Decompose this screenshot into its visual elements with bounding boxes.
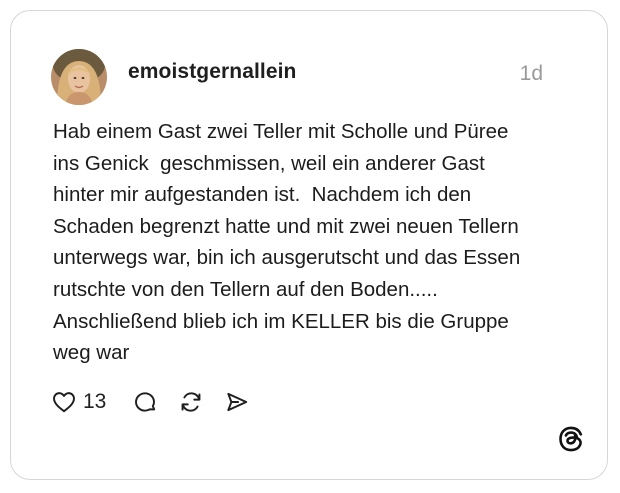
post-text-line: Schaden begrenzt hatte und mit zwei neue… <box>53 214 519 238</box>
post-timestamp: 1d <box>519 62 543 85</box>
post-text-line: Hab einem Gast zwei Teller mit Scholle u… <box>53 120 509 143</box>
repost-button[interactable] <box>178 389 204 415</box>
post-text-line: ins Genick geschmissen, weil ein anderer… <box>53 151 485 175</box>
heart-icon <box>53 392 75 413</box>
post-text-line: weg war <box>53 341 130 365</box>
avatar[interactable] <box>51 49 107 105</box>
like-button[interactable]: 13 <box>51 389 106 415</box>
post-text-line: unterwegs war, bin ich ausgerutscht und … <box>53 246 521 270</box>
avatar-image <box>51 49 107 105</box>
repost-icon <box>181 392 201 412</box>
username[interactable]: emoistgernallein <box>128 60 296 84</box>
post-text: Hab einem Gast zwei Teller mit Scholle u… <box>53 116 598 369</box>
post-text-line: Anschließend blieb ich im KELLER bis die… <box>53 309 509 333</box>
post-card: emoistgernallein 1d Hab einem Gast zwei … <box>10 10 608 480</box>
share-button[interactable] <box>224 389 250 415</box>
post-text-line: rutschte von den Tellern auf den Boden..… <box>53 277 438 301</box>
threads-logo-icon <box>559 426 583 452</box>
like-count: 13 <box>83 390 107 413</box>
action-bar: 13 <box>51 386 250 418</box>
post-text-line: hinter mir aufgestanden ist. Nachdem ich… <box>53 183 472 207</box>
comment-button[interactable] <box>132 389 158 415</box>
send-icon <box>227 392 248 412</box>
comment-bubble-icon <box>135 392 156 412</box>
